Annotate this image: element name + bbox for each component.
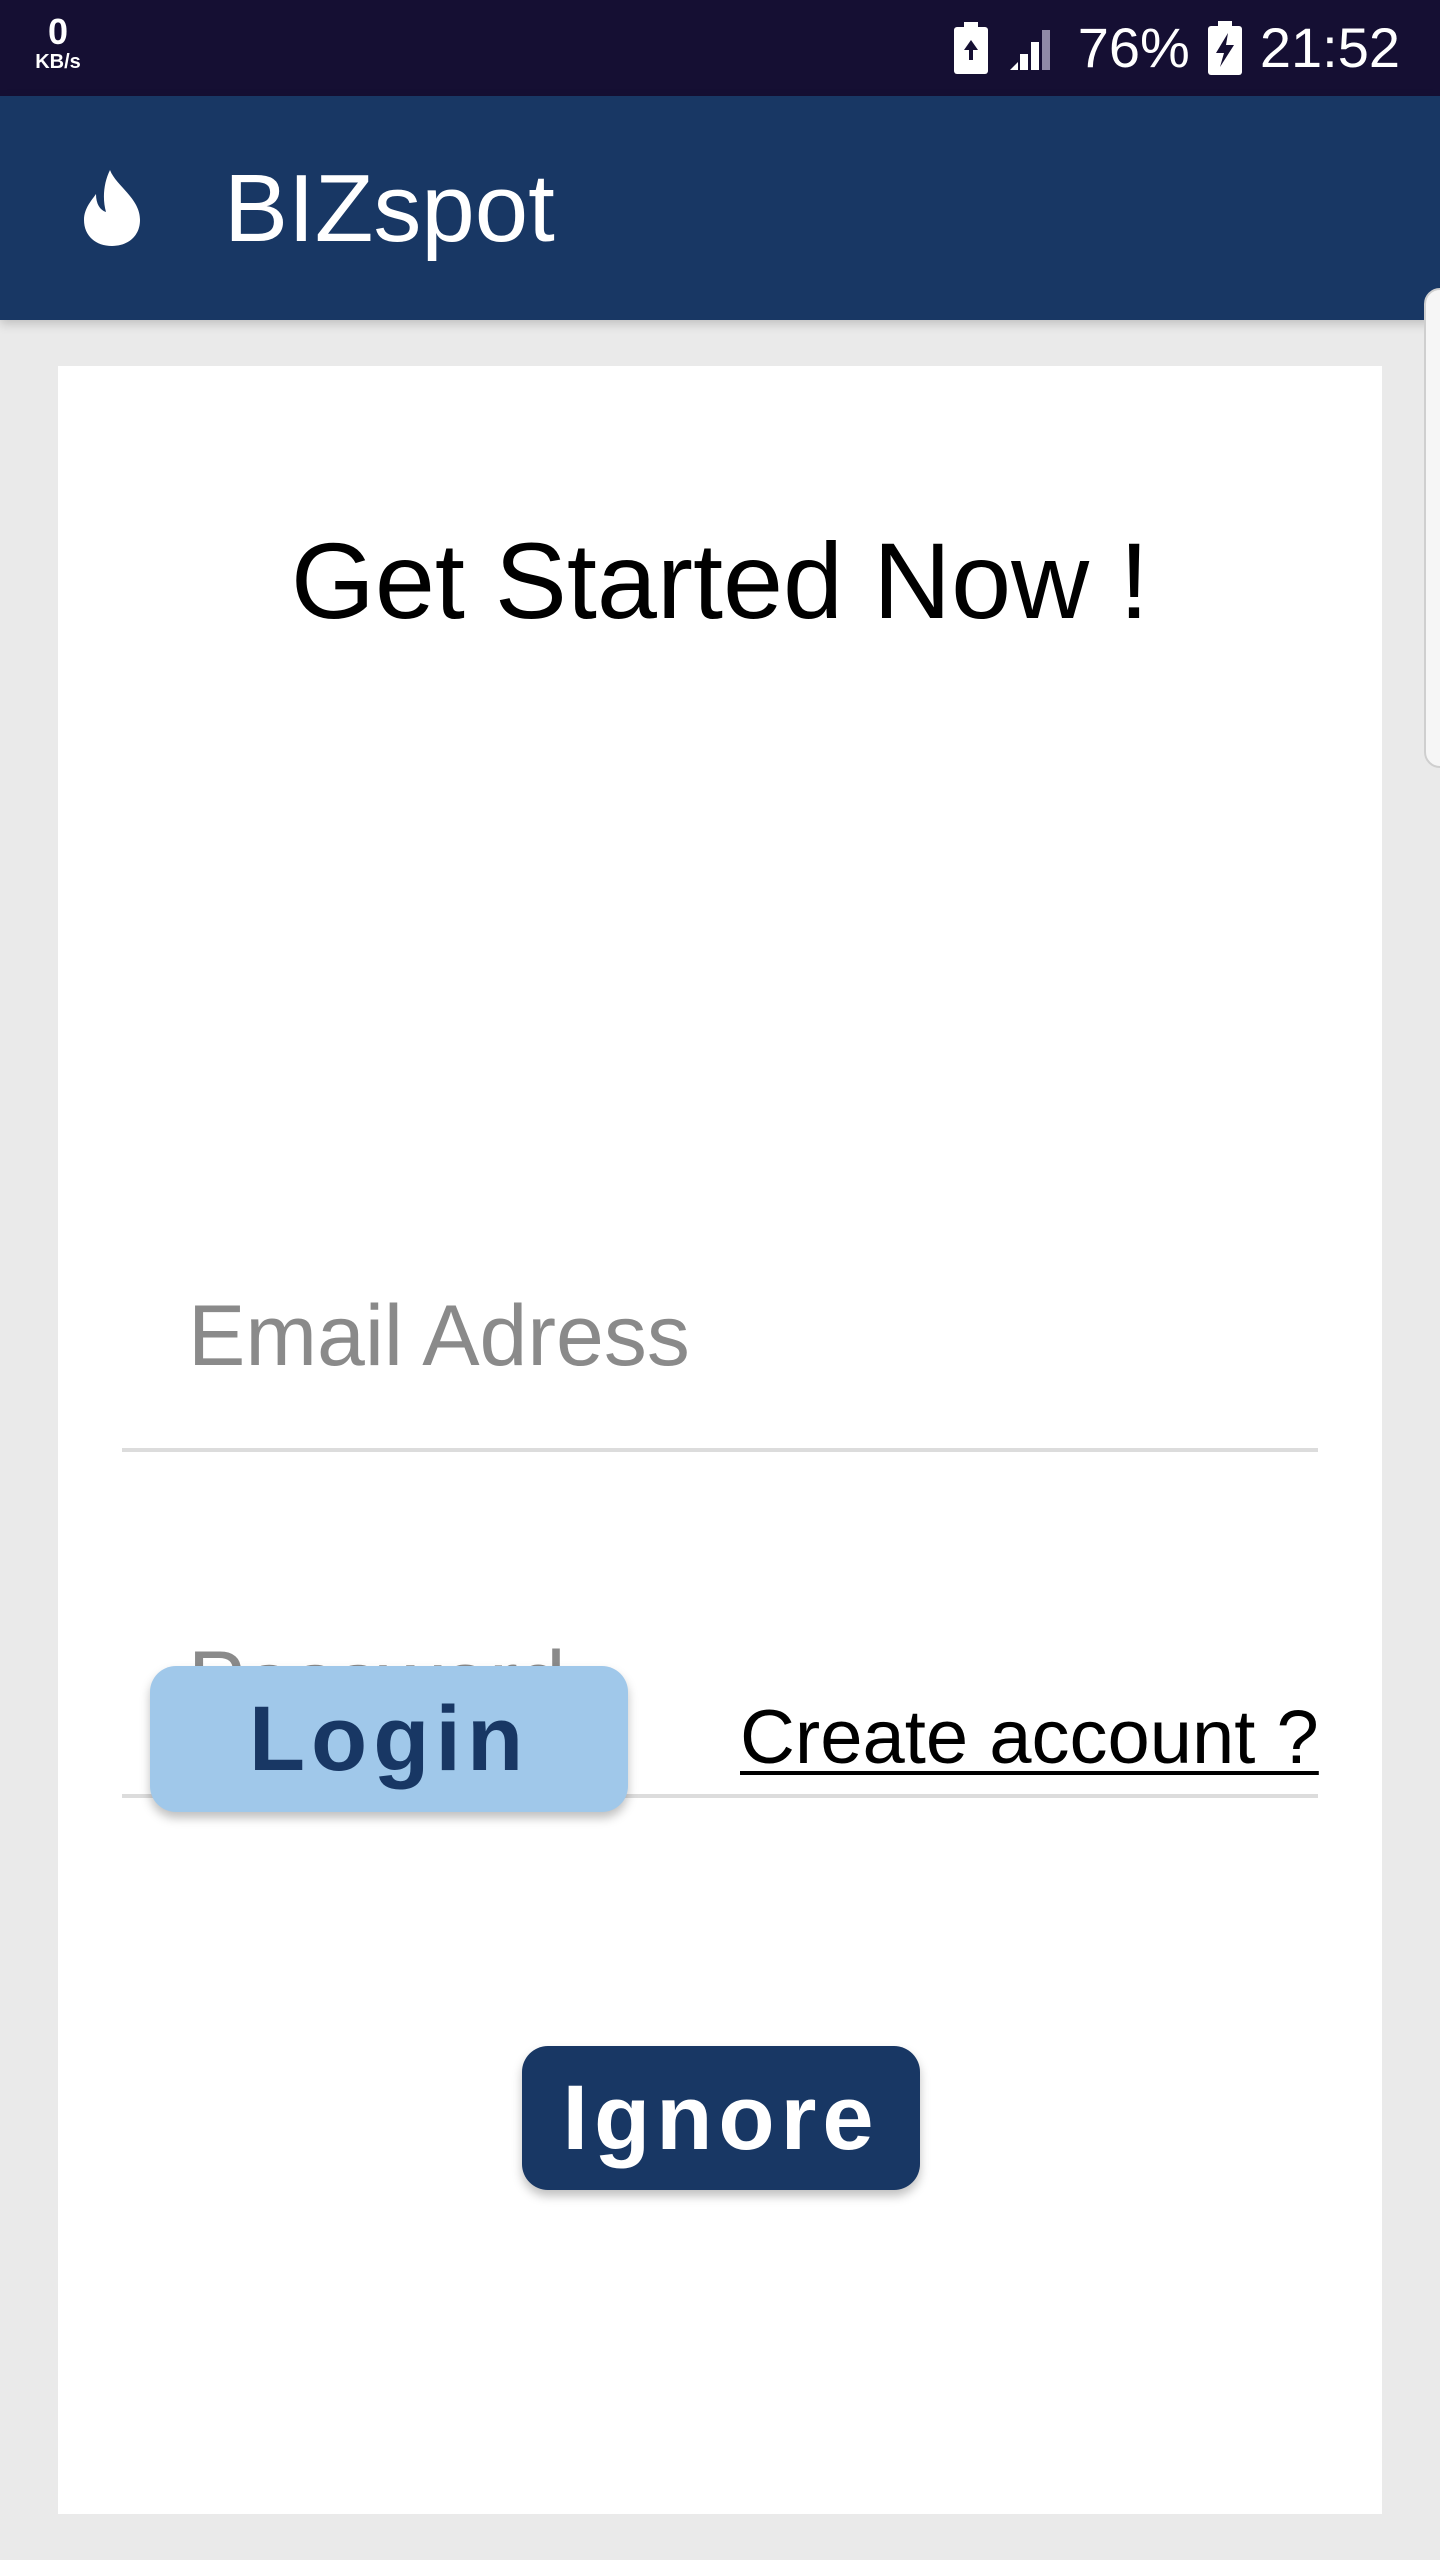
page-title: Get Started Now ! [290,520,1150,641]
login-card: Get Started Now ! [58,366,1382,2514]
flame-icon [84,170,140,246]
network-speed-unit: KB/s [35,51,81,73]
ignore-button[interactable]: Ignore [522,2046,920,2190]
network-speed-indicator: 0 KB/s [26,11,90,73]
status-bar: 0 KB/s 76% 21:52 [0,0,1440,96]
create-account-link[interactable]: Create account ? [740,1696,1319,1780]
edge-panel-handle[interactable] [1424,288,1440,768]
email-input[interactable] [188,1286,1288,1386]
signal-icon [1009,30,1050,70]
battery-charging-icon [1207,21,1242,75]
status-icons: 76% 21:52 [953,0,1400,96]
network-speed-value: 0 [47,11,69,52]
email-field [122,1236,1318,1452]
clock: 21:52 [1259,16,1400,79]
battery-percent: 76% [1077,16,1190,79]
app-bar: BIZspot [0,96,1440,320]
login-button[interactable]: Login [150,1666,628,1812]
battery-saver-icon [953,22,988,74]
app-title: BIZspot [224,155,555,262]
